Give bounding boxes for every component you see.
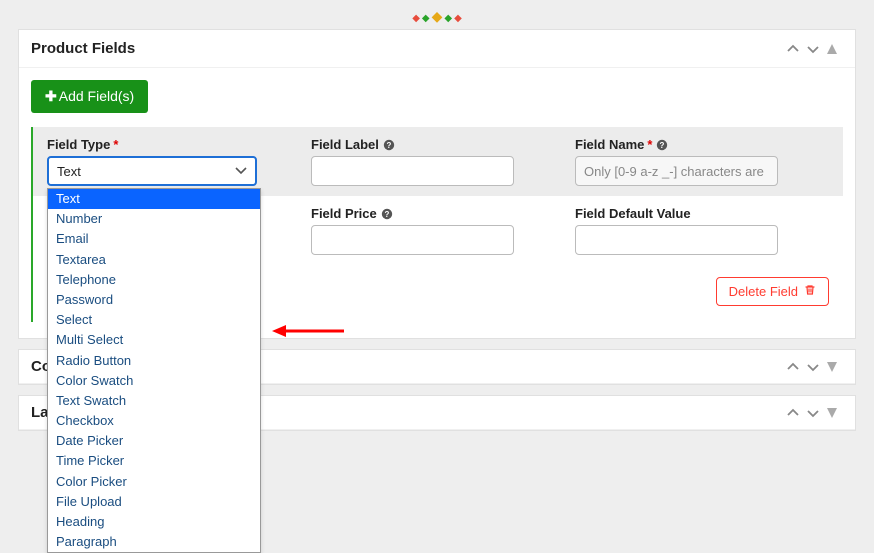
decorative-diamonds: ◆◆◆◆◆	[0, 0, 874, 29]
collapse-up-icon[interactable]	[787, 43, 803, 55]
collapse-triangle-icon[interactable]	[827, 44, 843, 54]
help-icon[interactable]: ?	[380, 207, 394, 221]
field-price-input[interactable]	[311, 225, 514, 255]
field-label-col: Field Label ?	[311, 137, 565, 186]
dropdown-option[interactable]: Color Swatch	[48, 371, 260, 391]
collapse-triangle-icon[interactable]	[827, 408, 843, 418]
field-label-input[interactable]	[311, 156, 514, 186]
dropdown-option[interactable]: Textarea	[48, 250, 260, 270]
dropdown-option[interactable]: File Upload	[48, 492, 260, 512]
field-type-label-text: Field Type	[47, 137, 110, 152]
plus-icon: ✚	[45, 88, 57, 104]
field-type-value: Text	[57, 164, 81, 179]
panel-controls	[787, 43, 843, 55]
dropdown-option[interactable]: Number	[48, 209, 260, 229]
field-default-col: Field Default Value	[575, 206, 829, 255]
collapse-triangle-icon[interactable]	[827, 362, 843, 372]
field-default-label-text: Field Default Value	[575, 206, 691, 221]
dropdown-option[interactable]: Password	[48, 290, 260, 310]
help-icon[interactable]: ?	[655, 138, 669, 152]
field-name-label: Field Name* ?	[575, 137, 829, 152]
delete-field-button[interactable]: Delete Field	[716, 277, 829, 306]
field-type-select[interactable]: Text TextNumberEmailTextareaTelephonePas…	[47, 156, 257, 186]
collapse-down-icon[interactable]	[807, 407, 823, 419]
field-type-col: Field Type* Text TextNumberEmailTextarea…	[47, 137, 301, 186]
required-asterisk: *	[113, 137, 118, 152]
dropdown-option[interactable]: Radio Button	[48, 351, 260, 371]
field-block: Field Type* Text TextNumberEmailTextarea…	[31, 127, 843, 322]
dropdown-option[interactable]: Select	[48, 310, 260, 330]
field-label-text: Field Label	[311, 137, 379, 152]
required-asterisk: *	[647, 137, 652, 152]
field-label-label: Field Label ?	[311, 137, 565, 152]
field-default-label: Field Default Value	[575, 206, 829, 221]
field-type-label: Field Type*	[47, 137, 301, 152]
dropdown-option[interactable]: Paragraph	[48, 532, 260, 552]
field-default-input[interactable]	[575, 225, 778, 255]
dropdown-option[interactable]: Text	[48, 189, 260, 209]
dropdown-option[interactable]: Color Picker	[48, 472, 260, 492]
svg-text:?: ?	[386, 141, 391, 150]
field-name-input[interactable]	[575, 156, 778, 186]
trash-icon	[804, 284, 816, 299]
svg-text:?: ?	[660, 141, 665, 150]
field-row-1: Field Type* Text TextNumberEmailTextarea…	[33, 127, 843, 196]
dropdown-option[interactable]: Date Picker	[48, 431, 260, 451]
panel-body: ✚Add Field(s) Field Type* Text TextNumbe…	[19, 68, 855, 338]
field-price-label-text: Field Price	[311, 206, 377, 221]
panel-title: Product Fields	[31, 40, 787, 57]
field-type-dropdown[interactable]: TextNumberEmailTextareaTelephonePassword…	[47, 188, 261, 553]
add-fields-label: Add Field(s)	[59, 88, 134, 104]
panel-controls	[787, 407, 843, 419]
collapse-up-icon[interactable]	[787, 407, 803, 419]
collapse-up-icon[interactable]	[787, 361, 803, 373]
panel-controls	[787, 361, 843, 373]
chevron-down-icon	[235, 164, 247, 179]
dropdown-option[interactable]: Heading	[48, 512, 260, 532]
dropdown-option[interactable]: Text Swatch	[48, 391, 260, 411]
product-fields-panel: Product Fields ✚Add Field(s) Field Type*…	[18, 29, 856, 339]
dropdown-option[interactable]: Time Picker	[48, 451, 260, 471]
collapse-down-icon[interactable]	[807, 361, 823, 373]
svg-text:?: ?	[384, 210, 389, 219]
field-price-label: Field Price ?	[311, 206, 565, 221]
dropdown-option[interactable]: Email	[48, 229, 260, 249]
dropdown-option[interactable]: Telephone	[48, 270, 260, 290]
add-fields-button[interactable]: ✚Add Field(s)	[31, 80, 148, 113]
panel-header: Product Fields	[19, 30, 855, 68]
help-icon[interactable]: ?	[382, 138, 396, 152]
dropdown-option[interactable]: Multi Select	[48, 330, 260, 350]
collapse-down-icon[interactable]	[807, 43, 823, 55]
field-name-col: Field Name* ?	[575, 137, 829, 186]
dropdown-option[interactable]: Checkbox	[48, 411, 260, 431]
delete-field-label: Delete Field	[729, 284, 798, 299]
field-price-col: Field Price ?	[311, 206, 565, 255]
field-name-label-text: Field Name	[575, 137, 644, 152]
